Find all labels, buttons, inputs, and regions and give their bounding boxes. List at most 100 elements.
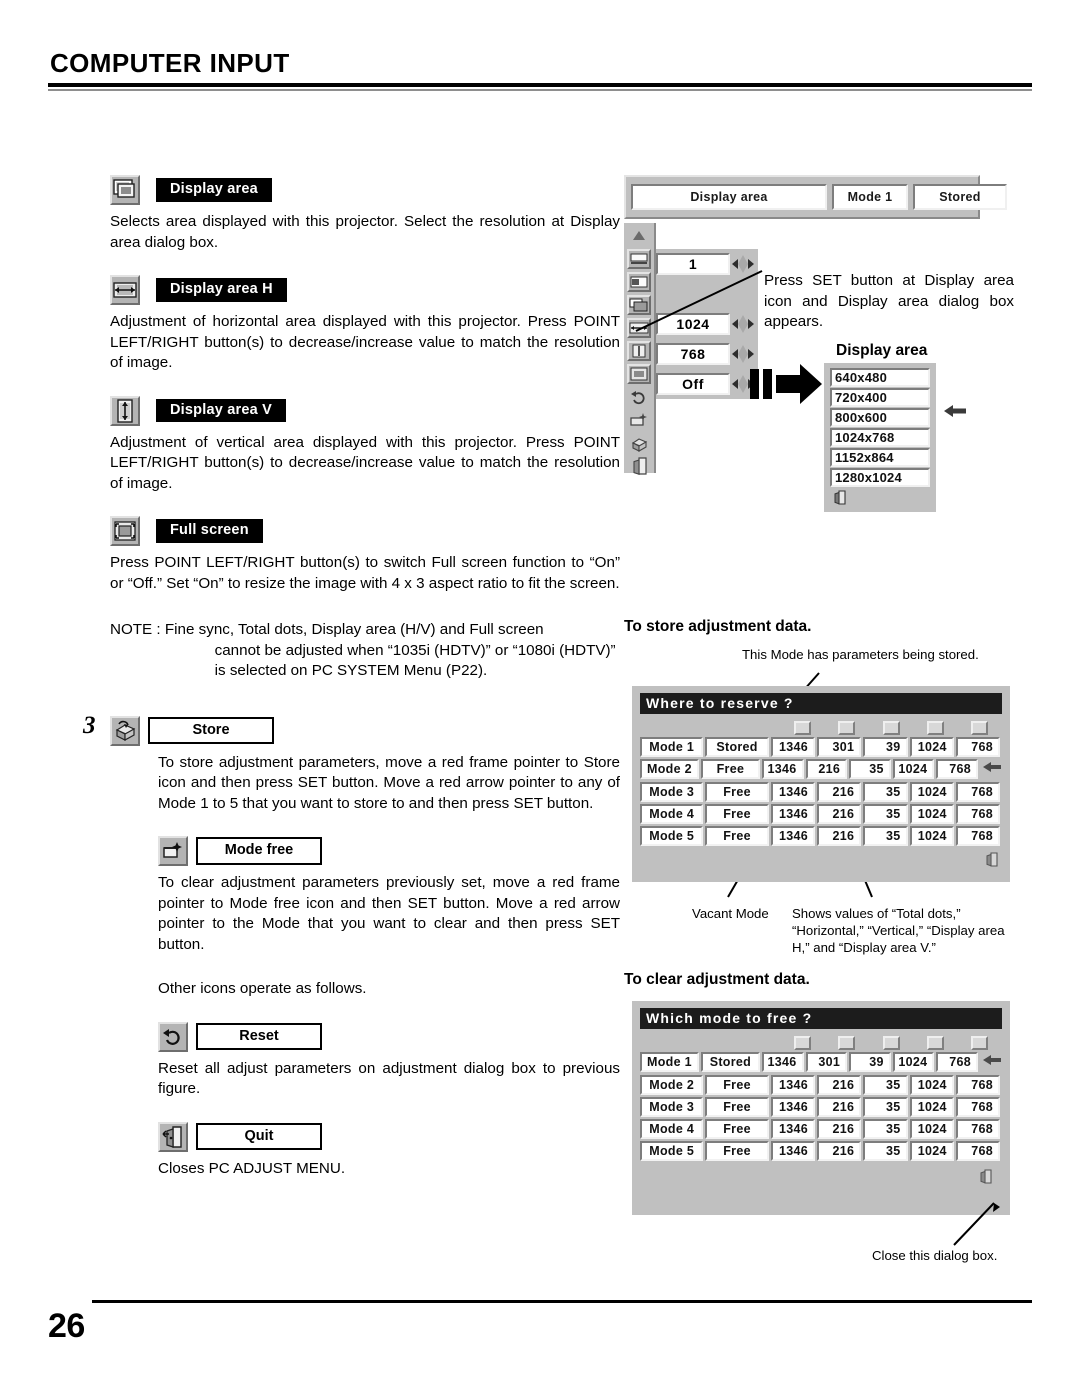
reset-icon — [158, 1021, 188, 1052]
vertical-cell: 39 — [863, 737, 908, 757]
footer-rule — [92, 1300, 1032, 1303]
osd-display-area-v-icon[interactable] — [627, 341, 651, 361]
mode-name-cell: Mode 1 — [640, 1052, 699, 1072]
resolution-option[interactable]: 1024x768 — [830, 428, 930, 447]
section-store-heading: Store — [110, 715, 620, 746]
table-row[interactable]: Mode 5 Free 1346 216 35 1024 768 — [640, 1141, 1002, 1161]
osd-menubar: Display area Mode 1 Stored — [624, 175, 1007, 219]
table-row[interactable]: Mode 4 Free 1346 216 35 1024 768 — [640, 1119, 1002, 1139]
page-number: 26 — [48, 1307, 85, 1345]
table-row[interactable]: Mode 5 Free 1346 216 35 1024 768 — [640, 826, 1002, 846]
mode-name-cell: Mode 2 — [640, 759, 699, 779]
total-dots-icon — [793, 1036, 811, 1050]
table-row[interactable]: Mode 2 Free 1346 216 35 1024 768 — [640, 759, 1002, 780]
display-area-h-icon — [926, 721, 944, 735]
dialog-quit-icon[interactable] — [982, 852, 1000, 873]
total-dots-icon — [793, 721, 811, 735]
step-number: 3 — [83, 711, 96, 739]
osd-display-area-v-value[interactable]: 768 — [656, 343, 730, 365]
osd-quit-icon[interactable] — [627, 456, 651, 476]
display-v-cell: 768 — [955, 1141, 1000, 1161]
column-icon-row — [640, 1036, 1002, 1050]
vertical-cell: 35 — [863, 1075, 908, 1095]
display-v-cell: 768 — [955, 1097, 1000, 1117]
vertical-cell: 35 — [849, 759, 891, 779]
full-screen-label: Full screen — [156, 519, 263, 543]
store-callout-left: Vacant Mode — [692, 906, 769, 921]
osd-left-right-adjust-icon[interactable] — [730, 253, 756, 275]
which-mode-to-free-dialog: Which mode to free ? Mode 1 Stored 1346 … — [632, 1001, 1010, 1215]
display-h-cell: 1024 — [892, 1052, 935, 1072]
osd-menu-display-area-field[interactable]: Display area — [631, 184, 827, 210]
osd-menu-stored-field[interactable]: Stored — [913, 184, 1007, 210]
table-row[interactable]: Mode 3 Free 1346 216 35 1024 768 — [640, 782, 1002, 802]
display-h-cell: 1024 — [909, 782, 954, 802]
vertical-icon — [882, 721, 900, 735]
section-quit-heading: Quit — [158, 1121, 620, 1152]
mode-name-cell: Mode 4 — [640, 1119, 704, 1139]
table-row[interactable]: Mode 1 Stored 1346 301 39 1024 768 — [640, 1052, 1002, 1073]
note-block: NOTE : Fine sync, Total dots, Display ar… — [110, 620, 620, 682]
table-row[interactable]: Mode 1 Stored 1346 301 39 1024 768 — [640, 737, 1002, 757]
osd-menu-mode-field[interactable]: Mode 1 — [832, 184, 908, 210]
store-section-heading: To store adjustment data. — [624, 618, 812, 635]
osd-store-icon[interactable] — [627, 433, 651, 453]
display-v-cell: 768 — [936, 1052, 978, 1072]
clear-callout-bottom: Close this dialog box. — [872, 1248, 998, 1263]
osd-up-arrow-icon[interactable] — [627, 226, 651, 246]
osd-full-screen-value[interactable]: Off — [656, 373, 730, 395]
resolution-option[interactable]: 720x400 — [830, 388, 930, 407]
page-header: COMPUTER INPUT — [48, 49, 1032, 92]
clear-adjustment-section: To clear adjustment data. Which mode to … — [624, 971, 1024, 1263]
resolution-option[interactable]: 1280x1024 — [830, 468, 930, 487]
display-area-v-icon — [110, 395, 140, 426]
total-dots-cell: 1346 — [770, 826, 815, 846]
total-dots-cell: 1346 — [761, 1052, 804, 1072]
osd-mode-free-icon[interactable] — [627, 410, 651, 430]
vertical-cell: 35 — [863, 804, 908, 824]
horizontal-cell: 301 — [805, 1052, 848, 1072]
osd-left-right-adjust-icon[interactable] — [730, 343, 756, 365]
store-body: To store adjustment parameters, move a r… — [158, 753, 620, 812]
store-icon — [110, 715, 140, 746]
osd-display-area-h-value[interactable]: 1024 — [656, 313, 730, 335]
osd-total-dots-icon[interactable] — [627, 249, 651, 269]
osd-display-area-h-icon[interactable] — [627, 318, 651, 338]
total-dots-cell: 1346 — [761, 759, 804, 779]
note-line-2: cannot be adjusted when “1035i (HDTV)” o… — [214, 641, 616, 659]
display-h-cell: 1024 — [909, 826, 954, 846]
osd-display-area-icon[interactable] — [627, 295, 651, 315]
header-rule-thick — [48, 83, 1032, 88]
table-row[interactable]: Mode 3 Free 1346 216 35 1024 768 — [640, 1097, 1002, 1117]
header-rule-thin — [48, 89, 1032, 92]
osd-full-screen-icon[interactable] — [627, 364, 651, 384]
horizontal-cell: 216 — [817, 782, 862, 802]
osd-fine-sync-value[interactable]: 1 — [656, 253, 730, 275]
display-v-cell: 768 — [955, 1075, 1000, 1095]
osd-left-right-adjust-icon[interactable] — [730, 313, 756, 335]
osd-reset-icon[interactable] — [627, 387, 651, 407]
display-area-quit-icon[interactable] — [830, 488, 930, 508]
horizontal-cell: 301 — [817, 737, 862, 757]
resolution-option[interactable]: 800x600 — [830, 408, 930, 427]
section-reset-heading: Reset — [158, 1021, 620, 1052]
display-h-cell: 1024 — [892, 759, 935, 779]
resolution-option[interactable]: 640x480 — [830, 368, 930, 387]
resolution-option[interactable]: 1152x864 — [830, 448, 930, 467]
page-footer: 26 — [48, 1300, 1032, 1346]
horizontal-cell: 216 — [817, 1097, 862, 1117]
dialog-quit-icon[interactable] — [976, 1169, 994, 1190]
note-body: Fine sync, Total dots, Display area (H/V… — [161, 620, 616, 682]
mode-status-cell: Free — [705, 826, 769, 846]
vertical-cell: 35 — [863, 826, 908, 846]
mode-name-cell: Mode 2 — [640, 1075, 704, 1095]
mode-free-body: To clear adjustment parameters previousl… — [158, 874, 620, 953]
table-row[interactable]: Mode 4 Free 1346 216 35 1024 768 — [640, 804, 1002, 824]
table-row[interactable]: Mode 2 Free 1346 216 35 1024 768 — [640, 1075, 1002, 1095]
osd-fine-sync-icon[interactable] — [627, 272, 651, 292]
mode-status-cell: Free — [705, 782, 769, 802]
vertical-cell: 35 — [863, 1119, 908, 1139]
total-dots-cell: 1346 — [770, 804, 815, 824]
osd-value-column: 1 1024 768 Off — [656, 249, 758, 399]
reset-body: Reset all adjust parameters on adjustmen… — [158, 1059, 620, 1098]
